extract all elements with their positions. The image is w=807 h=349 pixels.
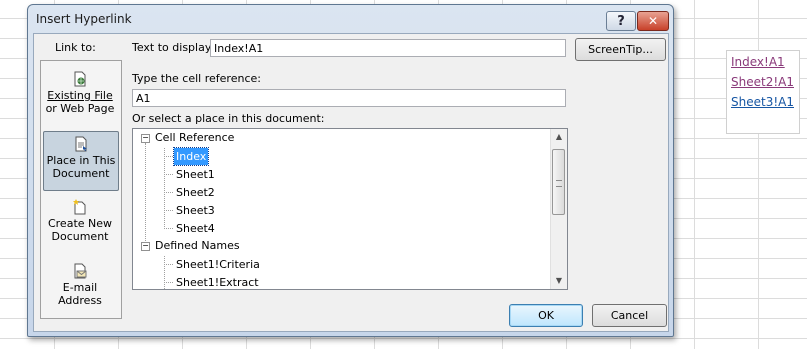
help-icon: ? (617, 13, 625, 29)
ok-button[interactable]: OK (509, 304, 583, 327)
link-to-panel: Existing File or Web Page Place in This … (40, 60, 122, 319)
expander-defined-names[interactable]: − (141, 242, 150, 251)
scroll-down-icon[interactable]: ▼ (551, 273, 567, 289)
existing-file-icon (74, 71, 86, 87)
scroll-up-icon[interactable]: ▲ (551, 129, 567, 145)
nav-existing-file[interactable]: Existing File or Web Page (43, 67, 117, 125)
tree-item-index[interactable]: Index (172, 147, 210, 166)
nav-existing-file-line2: or Web Page (45, 102, 115, 115)
text-to-display-label: Text to display: (132, 41, 215, 54)
scroll-thumb[interactable] (552, 149, 565, 215)
cancel-button[interactable]: Cancel (592, 304, 667, 327)
tree-item-sheet1[interactable]: Sheet1 (174, 166, 217, 183)
worksheet-link-sheet2[interactable]: Sheet2!A1 (731, 73, 794, 91)
expander-cell-reference[interactable]: − (141, 134, 150, 143)
tree-item-sheet4[interactable]: Sheet4 (174, 220, 217, 237)
place-in-document-icon (75, 136, 87, 152)
dialog-title: Insert Hyperlink (36, 12, 132, 26)
dialog-client-area: Link to: Existing File or Web Page Place… (33, 33, 669, 332)
tree-item-sheet1-extract[interactable]: Sheet1!Extract (174, 274, 261, 289)
nav-email-address[interactable]: E-mail Address (43, 259, 117, 317)
tree-item-sheet2[interactable]: Sheet2 (174, 184, 217, 201)
cell-reference-input[interactable]: A1 (132, 89, 566, 107)
insert-hyperlink-dialog: Insert Hyperlink ? ✕ Link to: Existing F… (27, 4, 674, 337)
close-icon: ✕ (647, 14, 659, 28)
nav-create-new-line2: Document (51, 230, 109, 243)
link-to-label: Link to: (55, 41, 96, 54)
cell-reference-label: Type the cell reference: (132, 72, 261, 85)
nav-place-line2: Document (52, 167, 110, 180)
close-button[interactable]: ✕ (637, 11, 669, 31)
tree-item-sheet1-criteria[interactable]: Sheet1!Criteria (174, 256, 262, 273)
help-button[interactable]: ? (606, 11, 636, 31)
scroll-grip-icon (556, 180, 562, 187)
place-in-document-label: Or select a place in this document: (132, 112, 325, 125)
place-tree: − Cell Reference Index Sheet1 Sheet2 She… (132, 128, 568, 290)
screentip-button[interactable]: ScreenTip... (575, 38, 666, 61)
text-to-display-input[interactable]: Index!A1 (210, 39, 566, 57)
nav-place-line1: Place in This (46, 154, 116, 167)
nav-email-line1: E-mail (62, 281, 98, 294)
nav-existing-file-line1: Existing File (47, 89, 113, 102)
tree-category-defined-names[interactable]: Defined Names (155, 237, 240, 254)
tree-item-sheet3[interactable]: Sheet3 (174, 202, 217, 219)
worksheet-link-cells: Index!A1 Sheet2!A1 Sheet3!A1 (726, 50, 800, 134)
nav-create-new-line1: Create New (47, 217, 113, 230)
nav-email-line2: Address (58, 294, 102, 307)
tree-category-cell-reference[interactable]: Cell Reference (155, 129, 234, 146)
worksheet-link-index[interactable]: Index!A1 (731, 53, 785, 71)
create-new-document-icon (73, 199, 86, 215)
email-icon (74, 263, 87, 279)
nav-create-new-document[interactable]: Create New Document (43, 195, 117, 253)
worksheet-link-sheet3[interactable]: Sheet3!A1 (731, 93, 794, 111)
tree-scrollbar[interactable]: ▲ ▼ (550, 129, 567, 289)
nav-place-in-document[interactable]: Place in This Document (43, 131, 119, 191)
